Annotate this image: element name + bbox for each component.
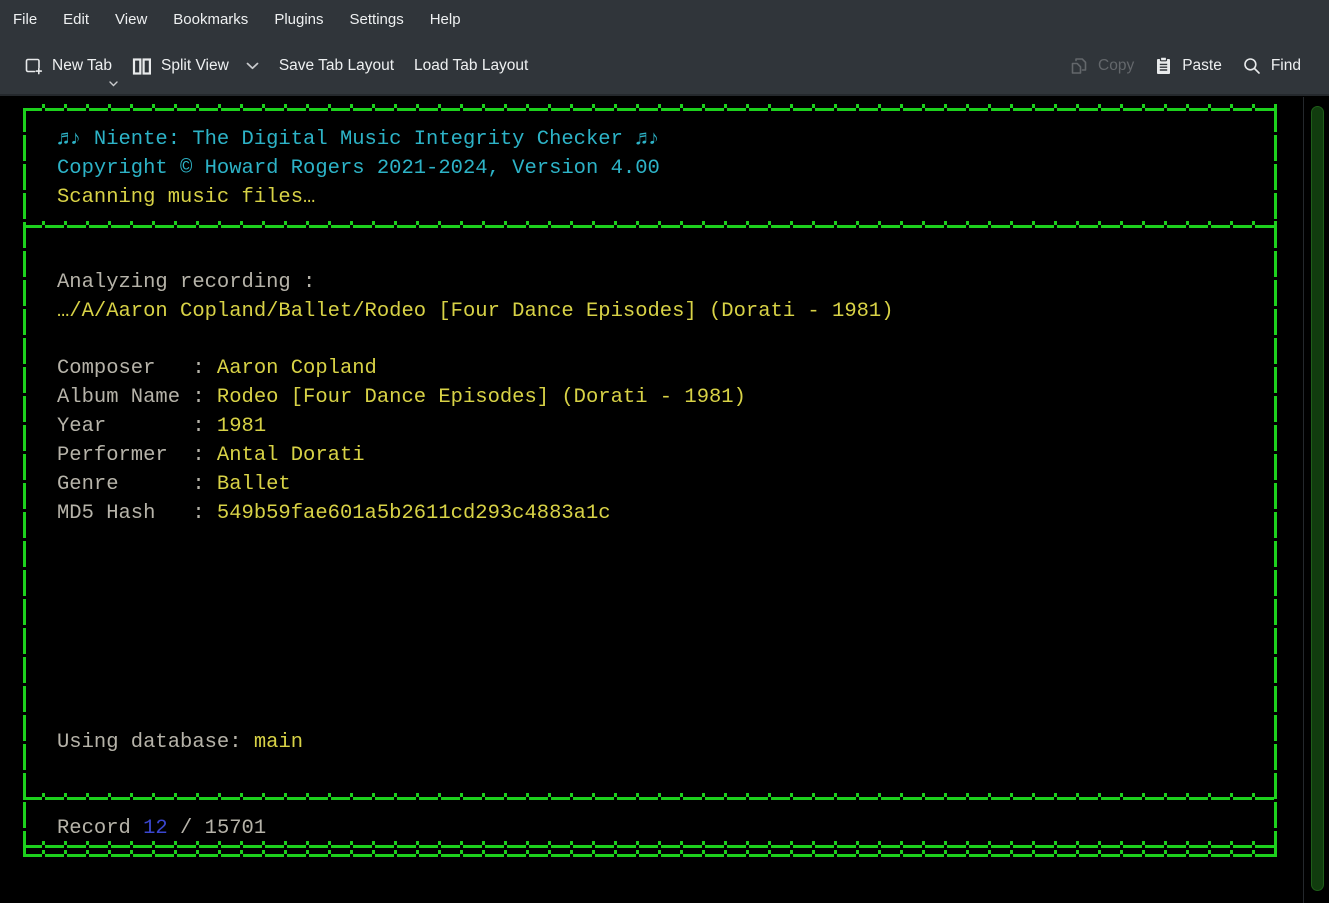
split-view-icon	[132, 57, 152, 76]
frame-bottom-border	[23, 854, 1277, 857]
scrollbar-thumb[interactable]	[1311, 106, 1324, 891]
field-label: Performer	[57, 441, 180, 470]
konsole-window: FileEditViewBookmarksPluginsSettingsHelp…	[0, 0, 1329, 903]
field-row-album-name: Album Name : Rodeo [Four Dance Episodes]…	[57, 383, 746, 412]
toolbar-button-find[interactable]: Find	[1232, 48, 1311, 84]
menu-bar: FileEditViewBookmarksPluginsSettingsHelp	[0, 0, 1329, 38]
field-row-md5-hash: MD5 Hash : 549b59fae601a5b2611cd293c4883…	[57, 499, 611, 528]
toolbar-button-split-view[interactable]: Split View	[122, 49, 269, 84]
field-label: Composer	[57, 354, 180, 383]
frame-top-border	[23, 108, 1277, 111]
record-separator: /	[168, 817, 205, 840]
new-tab-icon	[24, 57, 43, 76]
find-icon	[1242, 56, 1262, 76]
field-row-genre: Genre : Ballet	[57, 470, 291, 499]
chevron-down-icon	[109, 81, 118, 87]
field-value: 1981	[217, 415, 266, 438]
field-value: Rodeo [Four Dance Episodes] (Dorati - 19…	[217, 386, 746, 409]
toolbar-button-label: Load Tab Layout	[414, 57, 528, 75]
terminal-view[interactable]: ♬♪ Niente: The Digital Music Integrity C…	[0, 97, 1329, 903]
toolbar-button-save-tab-layout[interactable]: Save Tab Layout	[269, 49, 404, 83]
toolbar-button-load-tab-layout[interactable]: Load Tab Layout	[404, 49, 538, 83]
field-label: Year	[57, 412, 180, 441]
field-row-year: Year : 1981	[57, 412, 266, 441]
toolbar-button-label: Paste	[1182, 57, 1222, 75]
field-separator: :	[180, 502, 217, 525]
toolbar-button-label: Find	[1271, 57, 1301, 75]
toolbar-button-paste[interactable]: Paste	[1144, 48, 1232, 84]
toolbar-button-label: Split View	[161, 57, 229, 75]
record-status-line: Record 12 / 15701	[57, 814, 266, 843]
paste-icon	[1154, 56, 1173, 76]
field-separator: :	[180, 415, 217, 438]
header-divider	[23, 225, 1277, 228]
toolbar-button-copy: Copy	[1059, 48, 1144, 84]
field-separator: :	[180, 386, 217, 409]
menu-item-help[interactable]: Help	[417, 0, 474, 38]
field-separator: :	[180, 444, 217, 467]
toolbar-button-new-tab[interactable]: New Tab	[14, 49, 122, 84]
menu-item-file[interactable]: File	[0, 0, 50, 38]
menu-item-bookmarks[interactable]: Bookmarks	[160, 0, 261, 38]
menu-item-plugins[interactable]: Plugins	[261, 0, 336, 38]
field-label: Album Name	[57, 383, 180, 412]
menu-item-settings[interactable]: Settings	[337, 0, 417, 38]
database-value: main	[254, 731, 303, 754]
toolbar: New Tab Split View Save Tab Layout Load Tab…	[0, 38, 1329, 96]
menu-item-view[interactable]: View	[102, 0, 160, 38]
scan-status-line: Scanning music files…	[57, 183, 315, 212]
menu-item-edit[interactable]: Edit	[50, 0, 102, 38]
record-current: 12	[143, 817, 168, 840]
record-label: Record	[57, 817, 143, 840]
toolbar-button-label: Save Tab Layout	[279, 57, 394, 75]
app-title: ♬♪ Niente: The Digital Music Integrity C…	[57, 125, 660, 154]
copyright-line: Copyright © Howard Rogers 2021-2024, Ver…	[57, 154, 660, 183]
database-label: Using database:	[57, 731, 254, 754]
field-label: Genre	[57, 470, 180, 499]
copy-icon	[1069, 56, 1089, 76]
toolbar-button-label: New Tab	[52, 57, 112, 75]
database-line: Using database: main	[57, 728, 303, 757]
field-value: Antal Dorati	[217, 444, 365, 467]
field-separator: :	[180, 473, 217, 496]
status-bottom-border	[23, 845, 1277, 848]
analyzing-label: Analyzing recording :	[57, 268, 315, 297]
frame-right-border	[1274, 108, 1277, 857]
recording-path: …/A/Aaron Copland/Ballet/Rodeo [Four Dan…	[57, 297, 894, 326]
frame-left-border	[23, 108, 26, 857]
field-value: 549b59fae601a5b2611cd293c4883a1c	[217, 502, 611, 525]
field-label: MD5 Hash	[57, 499, 180, 528]
status-divider	[23, 797, 1277, 800]
toolbar-right-group: Copy Paste Find	[1059, 48, 1311, 84]
field-separator: :	[180, 357, 217, 380]
field-row-composer: Composer : Aaron Copland	[57, 354, 377, 383]
terminal-scrollbar[interactable]	[1303, 97, 1329, 903]
toolbar-left-group: New Tab Split View Save Tab Layout Load Tab…	[14, 49, 538, 84]
record-total: 15701	[205, 817, 267, 840]
field-row-performer: Performer : Antal Dorati	[57, 441, 365, 470]
chevron-down-icon	[246, 62, 259, 70]
field-value: Aaron Copland	[217, 357, 377, 380]
field-value: Ballet	[217, 473, 291, 496]
toolbar-button-label: Copy	[1098, 57, 1134, 75]
